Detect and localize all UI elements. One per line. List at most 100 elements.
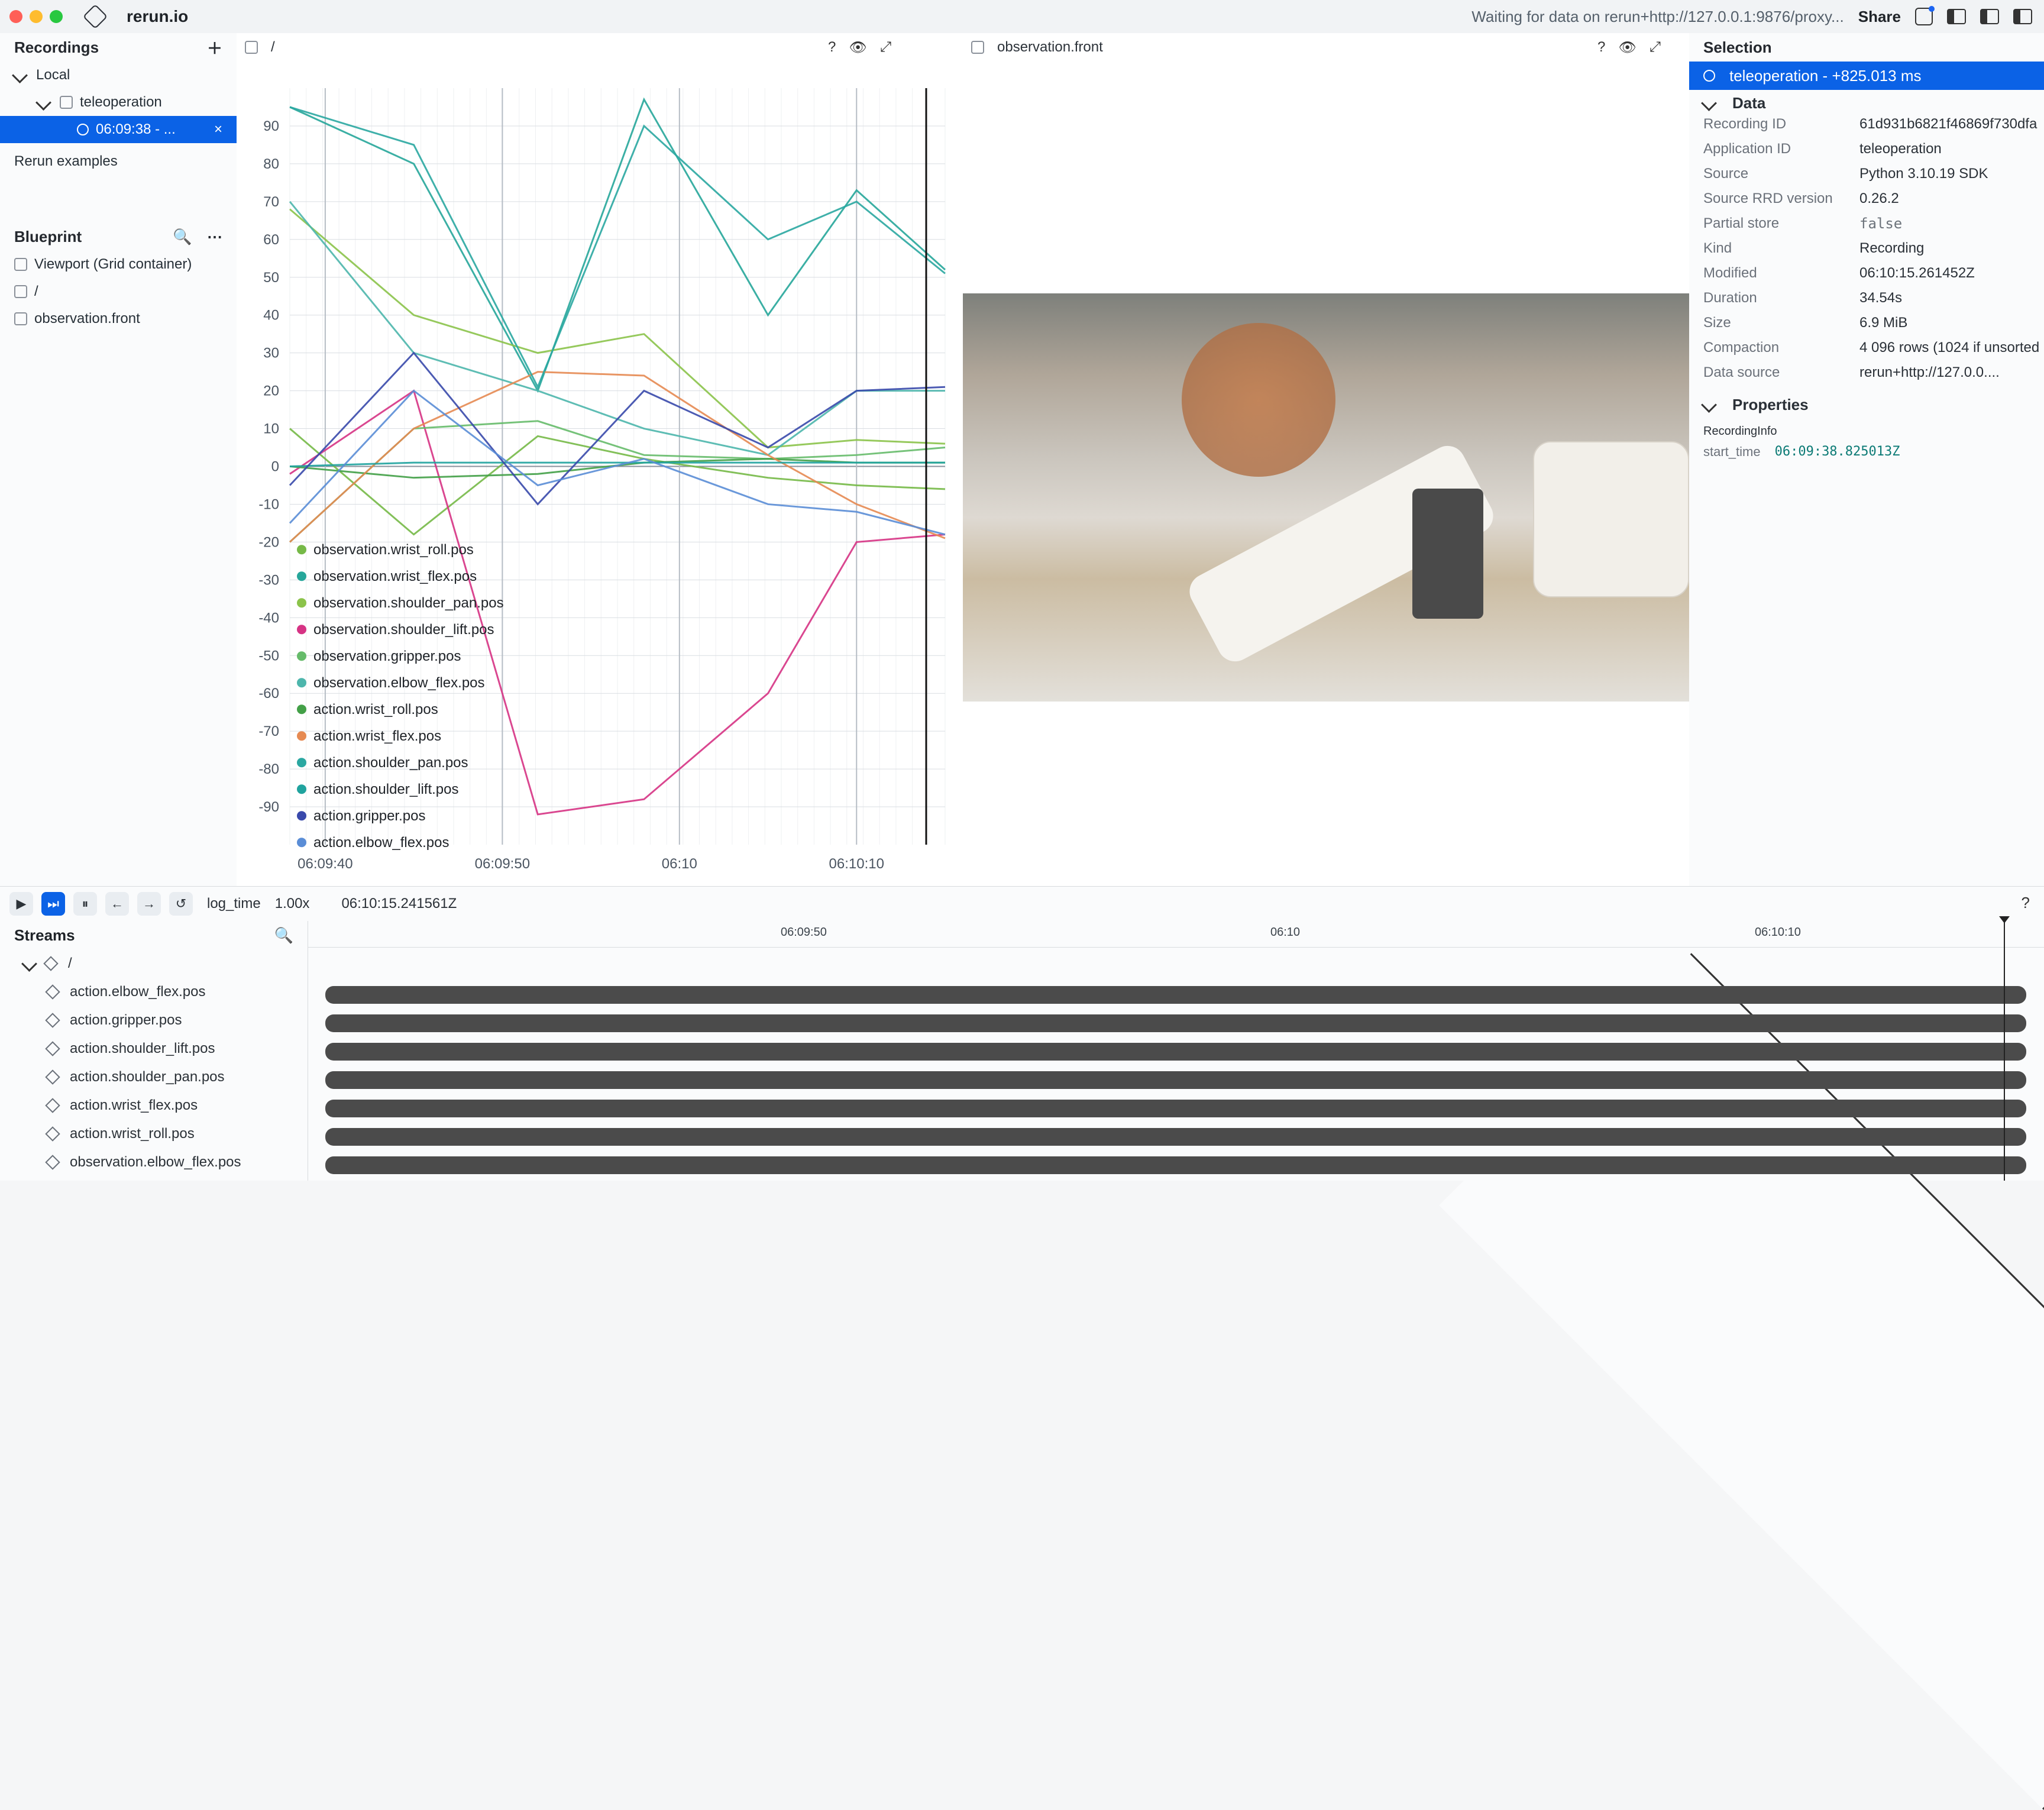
expand-icon[interactable]: ⤢: [1650, 39, 1661, 56]
more-icon[interactable]: ⋯: [207, 228, 222, 245]
toggle-right-panel-icon[interactable]: [2013, 9, 2032, 24]
legend-label[interactable]: action.shoulder_lift.pos: [313, 781, 458, 797]
timeline-row[interactable]: [325, 1128, 2026, 1146]
help-icon[interactable]: ?: [828, 39, 836, 56]
stream-item[interactable]: action.wrist_roll.pos: [0, 953, 2044, 1810]
stream-item[interactable]: action.elbow_flex.pos: [0, 953, 2044, 1810]
timeline-row[interactable]: [325, 1014, 2026, 1032]
stream-item[interactable]: observation.elbow_flex.pos: [0, 953, 2044, 1810]
stream-item[interactable]: action.shoulder_pan.pos: [0, 953, 2044, 1810]
legend-swatch[interactable]: [297, 545, 306, 555]
timeline-area[interactable]: 06:09:50 06:10 06:10:10: [308, 916, 2044, 1181]
play-button[interactable]: ▶: [9, 892, 33, 916]
y-tick-label: 0: [271, 459, 279, 475]
timeline-help-icon[interactable]: ?: [2022, 894, 2030, 912]
step-forward-button[interactable]: →: [137, 892, 161, 916]
legend-swatch[interactable]: [297, 598, 306, 608]
legend-swatch[interactable]: [297, 704, 306, 715]
toggle-left-panel-icon[interactable]: [1947, 9, 1966, 24]
timeline-row[interactable]: [325, 986, 2026, 1004]
app-logo-icon[interactable]: [82, 4, 108, 30]
legend-swatch[interactable]: [297, 625, 306, 635]
timeline-row[interactable]: [325, 1071, 2026, 1089]
data-source-value[interactable]: rerun+http://127.0.0....: [1859, 364, 2039, 381]
legend-label[interactable]: observation.elbow_flex.pos: [313, 675, 485, 691]
current-time[interactable]: 06:10:15.241561Z: [341, 896, 457, 912]
camera-image[interactable]: [963, 293, 1689, 702]
playback-speed[interactable]: 1.00x: [275, 896, 310, 912]
legend-swatch[interactable]: [297, 651, 306, 661]
stream-root[interactable]: /: [0, 949, 308, 978]
help-icon[interactable]: ?: [1597, 39, 1605, 56]
close-icon[interactable]: ×: [214, 121, 222, 138]
notifications-bell-icon[interactable]: [1915, 6, 1935, 25]
legend-label[interactable]: action.gripper.pos: [313, 808, 425, 824]
legend-label[interactable]: observation.gripper.pos: [313, 648, 461, 664]
timeline-row[interactable]: [325, 1100, 2026, 1117]
legend-label[interactable]: observation.wrist_flex.pos: [313, 568, 477, 584]
data-source-key: Data source: [1703, 364, 1780, 380]
tab-root[interactable]: /: [237, 39, 283, 56]
timeline-row[interactable]: [325, 1156, 2026, 1174]
chevron-down-icon[interactable]: [35, 94, 51, 111]
legend-label[interactable]: observation.shoulder_pan.pos: [313, 595, 504, 611]
zoom-window-button[interactable]: [50, 10, 63, 23]
recordings-session[interactable]: 06:09:38 - ... ×: [0, 116, 237, 143]
close-window-button[interactable]: [9, 10, 22, 23]
kind-value: Recording: [1859, 240, 1925, 256]
legend-swatch[interactable]: [297, 811, 306, 821]
selected-item[interactable]: teleoperation - +825.013 ms: [1689, 62, 2044, 90]
legend-label[interactable]: action.wrist_flex.pos: [313, 728, 441, 744]
y-tick-label: -30: [258, 572, 279, 588]
recordings-local[interactable]: Local: [0, 62, 237, 89]
properties-section-title[interactable]: Properties: [1689, 392, 2044, 418]
recordings-teleoperation[interactable]: teleoperation: [0, 89, 237, 116]
search-icon[interactable]: 🔍: [173, 228, 192, 245]
recording-id-key: Recording ID: [1703, 116, 1787, 132]
share-button[interactable]: Share: [1858, 8, 1901, 26]
rerun-examples-link[interactable]: Rerun examples: [0, 148, 237, 175]
tab-observation-front[interactable]: observation.front: [963, 39, 1111, 56]
legend-label[interactable]: observation.shoulder_lift.pos: [313, 622, 494, 638]
legend-swatch[interactable]: [297, 731, 306, 741]
chevron-down-icon[interactable]: [12, 67, 28, 83]
stream-item[interactable]: action.gripper.pos: [0, 953, 2044, 1810]
stream-item[interactable]: action.wrist_flex.pos: [0, 953, 2044, 1810]
legend-swatch[interactable]: [297, 838, 306, 848]
time-cursor[interactable]: [1999, 916, 2010, 1181]
add-recording-icon[interactable]: ＋: [207, 37, 222, 59]
data-section-title[interactable]: Data: [1689, 90, 2044, 116]
legend-label[interactable]: action.wrist_roll.pos: [313, 702, 438, 717]
step-back-button[interactable]: ←: [105, 892, 129, 916]
minimize-window-button[interactable]: [30, 10, 43, 23]
size-value: 6.9 MiB: [1859, 315, 1908, 331]
chevron-down-icon[interactable]: [21, 955, 37, 972]
timeline-row[interactable]: [325, 1043, 2026, 1061]
legend-label[interactable]: action.elbow_flex.pos: [313, 835, 449, 851]
legend-label[interactable]: action.shoulder_pan.pos: [313, 755, 468, 771]
search-icon[interactable]: 🔍: [274, 926, 293, 945]
pause-button[interactable]: ⏸: [73, 892, 97, 916]
follow-button[interactable]: ⏭: [41, 892, 65, 916]
legend-swatch[interactable]: [297, 784, 306, 794]
legend-label[interactable]: observation.wrist_roll.pos: [313, 542, 474, 558]
blueprint-actions: 🔍 ⋯: [173, 228, 222, 246]
legend-swatch[interactable]: [297, 758, 306, 768]
legend-swatch[interactable]: [297, 678, 306, 688]
chevron-down-icon[interactable]: [1701, 396, 1717, 413]
blueprint-item-observation-front[interactable]: observation.front: [0, 65, 2044, 922]
legend-swatch[interactable]: [297, 571, 306, 581]
timeline-selector[interactable]: log_time: [207, 896, 261, 912]
blueprint-item-viewport[interactable]: Viewport (Grid container): [0, 251, 237, 278]
expand-icon[interactable]: ⤢: [880, 39, 891, 56]
chevron-down-icon[interactable]: [1701, 95, 1717, 111]
timeseries-chart[interactable]: 90 80 70 60 50 40 30 20 10 0 -10 -20 -30 -40 -50 -60 -70…: [237, 62, 963, 886]
top-actions: Share: [1858, 6, 2032, 26]
stream-item[interactable]: action.shoulder_lift.pos: [0, 953, 2044, 1810]
blueprint-item-root[interactable]: /: [0, 65, 2044, 922]
loop-button[interactable]: ↺: [169, 892, 193, 916]
visibility-icon[interactable]: 👁: [1618, 39, 1636, 56]
visibility-icon[interactable]: 👁: [849, 39, 866, 56]
toggle-bottom-panel-icon[interactable]: [1980, 9, 1999, 24]
playback-controls: ▶ ⏭ ⏸ ← → ↺ log_time 1.00x 06:10:15.2415…: [0, 887, 2044, 921]
